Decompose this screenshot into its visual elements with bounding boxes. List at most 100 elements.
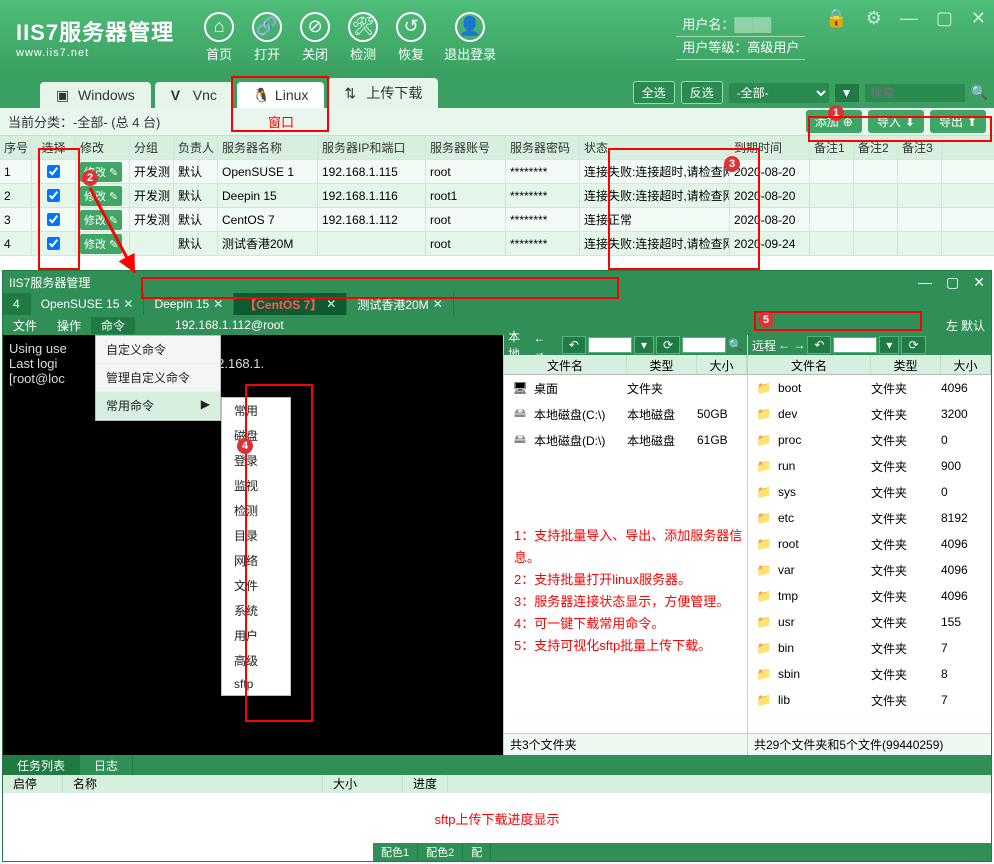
session-addr: 192.168.1.112@root [175,318,284,332]
submenu-item[interactable]: sftp [222,673,290,695]
tab-upload[interactable]: ⇅上传下载 [328,78,438,108]
local-file-list[interactable]: 🖥桌面文件夹🖴本地磁盘(C:\)本地磁盘50GB🖴本地磁盘(D:\)本地磁盘61… [504,375,747,733]
submenu-item[interactable]: 网络 [222,548,290,573]
back-icon[interactable]: ← → [778,338,805,352]
nav-home[interactable]: ⌂首页 [204,12,234,63]
local-path[interactable] [588,337,632,353]
session-tab-1[interactable]: OpenSUSE 15 ✕ [31,293,145,315]
close2-icon[interactable]: ✕ [973,274,985,291]
dropdown-icon[interactable]: ▾ [634,336,654,354]
up-icon[interactable]: ↶ [562,336,586,354]
file-row[interactable]: 📁var文件夹4096 [748,557,991,583]
file-row[interactable]: 📁usr文件夹155 [748,609,991,635]
ctx-common[interactable]: 常用命令▶ [96,392,220,420]
tab-windows[interactable]: ▣Windows [40,82,151,108]
file-row[interactable]: 📁proc文件夹0 [748,427,991,453]
submenu-item[interactable]: 检测 [222,498,290,523]
file-row[interactable]: 📁root文件夹4096 [748,531,991,557]
row-checkbox[interactable] [47,165,60,178]
tab-log[interactable]: 日志 [80,755,133,775]
close-tab-icon[interactable]: ✕ [123,297,133,311]
row-checkbox[interactable] [47,213,60,226]
menu-op[interactable]: 操作 [47,317,91,334]
dropdown-icon[interactable]: ▾ [879,336,899,354]
file-row[interactable]: 📁tmp文件夹4096 [748,583,991,609]
nav-open[interactable]: 🔗打开 [252,12,282,63]
tab-tasklist[interactable]: 任务列表 [3,755,80,775]
maximize-icon[interactable]: ▢ [936,8,953,29]
user-level: 用户等级：高级用户 [676,37,805,60]
submenu-item[interactable]: 常用 [222,398,290,423]
file-row[interactable]: 📁lib文件夹7 [748,687,991,713]
table-row[interactable]: 2 修改 ✎ 开发测 默认 Deepin 15 192.168.1.116 ro… [0,184,994,208]
close-tab-icon[interactable]: ✕ [213,297,223,311]
submenu-item[interactable]: 目录 [222,523,290,548]
minimize-icon[interactable]: — [900,8,918,29]
nav-close[interactable]: ⊘关闭 [300,12,330,63]
user-info: 用户名：████ 用户等级：高级用户 [676,14,805,60]
submenu-item[interactable]: 监视 [222,473,290,498]
menu-file[interactable]: 文件 [3,317,47,334]
refresh-icon[interactable]: ⟳ [901,336,925,354]
row-checkbox[interactable] [47,237,60,250]
nav-logout[interactable]: 👤退出登录 [444,12,496,63]
max-icon[interactable]: ▢ [946,274,959,291]
file-row[interactable]: 🖥桌面文件夹 [504,375,747,401]
submenu-item[interactable]: 文件 [222,573,290,598]
gear-icon[interactable]: ⚙ [866,8,882,29]
nav-detect[interactable]: 🛠检测 [348,12,378,63]
submenu-item[interactable]: 登录 [222,448,290,473]
submenu-item[interactable]: 高级 [222,648,290,673]
dropdown-icon[interactable]: ▼ [835,84,859,102]
terminal[interactable]: Using use Last logi :37:01 2020 from 192… [3,335,503,755]
tab-linux[interactable]: 🐧Linux [237,82,324,108]
remote-file-list[interactable]: 📁boot文件夹4096📁dev文件夹3200📁proc文件夹0📁run文件夹9… [748,375,991,733]
tab-vnc[interactable]: VVnc [155,82,233,108]
export-button[interactable]: 导出 ⬆ [930,110,986,133]
lock-icon[interactable]: 🔒 [825,8,847,29]
close-tab-icon[interactable]: ✕ [433,297,443,311]
app-url: www.iis7.net [16,47,174,59]
search-icon[interactable]: 🔍 [971,84,988,101]
min-icon[interactable]: — [918,274,932,291]
invert-select-button[interactable]: 反选 [681,81,723,104]
filter-select[interactable]: -全部- [729,83,829,103]
session-tab-4[interactable]: 测试香港20M ✕ [347,293,453,315]
search-input[interactable] [865,84,965,102]
modify-button[interactable]: 修改 ✎ [80,234,122,254]
file-row[interactable]: 📁sbin文件夹8 [748,661,991,687]
select-all-button[interactable]: 全选 [633,81,675,104]
file-row[interactable]: 🖴本地磁盘(D:\)本地磁盘61GB [504,427,747,453]
file-row[interactable]: 📁bin文件夹7 [748,635,991,661]
submenu-item[interactable]: 系统 [222,598,290,623]
lower-titlebar: IIS7服务器管理 —▢✕ [3,271,991,293]
session-tab-2[interactable]: Deepin 15 ✕ [144,293,234,315]
table-row[interactable]: 3 修改 ✎ 开发测 默认 CentOS 7 192.168.1.112 roo… [0,208,994,232]
import-button[interactable]: 导入 ⬇ [868,110,924,133]
file-row[interactable]: 📁boot文件夹4096 [748,375,991,401]
nav-restore[interactable]: ↺恢复 [396,12,426,63]
modify-button[interactable]: 修改 ✎ [80,186,122,206]
refresh-icon[interactable]: ⟳ [656,336,680,354]
modify-button[interactable]: 修改 ✎ [80,210,122,230]
submenu-item[interactable]: 磁盘 [222,423,290,448]
file-row[interactable]: 📁sys文件夹0 [748,479,991,505]
session-tab-3[interactable]: 【CentOS 7】 ✕ [234,293,347,315]
menu-cmd[interactable]: 命令 [91,317,135,334]
file-row[interactable]: 🖴本地磁盘(C:\)本地磁盘50GB [504,401,747,427]
row-checkbox[interactable] [47,189,60,202]
file-row[interactable]: 📁run文件夹900 [748,453,991,479]
ctx-manage[interactable]: 管理自定义命令 [96,364,220,392]
local-search[interactable] [682,337,726,353]
table-row[interactable]: 1 修改 ✎ 开发测 默认 OpenSUSE 1 192.168.1.115 r… [0,160,994,184]
table-row[interactable]: 4 修改 ✎ 默认 测试香港20M root ******** 连接失败:连接超… [0,232,994,256]
remote-path[interactable] [833,337,877,353]
file-row[interactable]: 📁etc文件夹8192 [748,505,991,531]
close-icon[interactable]: ✕ [971,8,986,29]
file-row[interactable]: 📁dev文件夹3200 [748,401,991,427]
ctx-custom[interactable]: 自定义命令 [96,336,220,364]
search2-icon[interactable]: 🔍 [728,338,743,352]
close-tab-icon[interactable]: ✕ [326,297,336,311]
up-icon[interactable]: ↶ [807,336,831,354]
submenu-item[interactable]: 用户 [222,623,290,648]
